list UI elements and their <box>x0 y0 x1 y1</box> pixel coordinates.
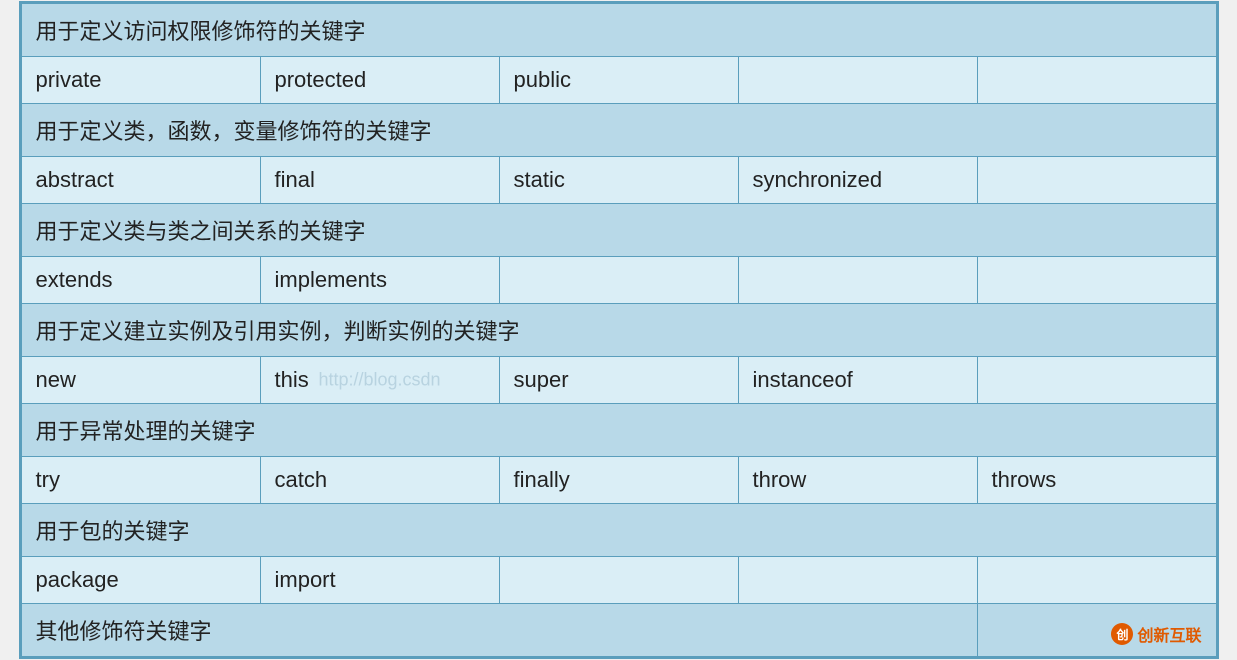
site-logo: 创 创新互联 <box>1111 622 1201 646</box>
keyword-empty-9 <box>738 557 977 604</box>
keyword-empty-1 <box>738 57 977 104</box>
keyword-this: this <box>275 367 309 392</box>
keyword-package: package <box>21 557 260 604</box>
keyword-empty-8 <box>499 557 738 604</box>
section-header-row: 用于定义类与类之间关系的关键字 <box>21 204 1216 257</box>
table-row: abstract final static synchronized <box>21 157 1216 204</box>
section-header-instance: 用于定义建立实例及引用实例，判断实例的关键字 <box>21 304 1216 357</box>
keyword-throw: throw <box>738 457 977 504</box>
section-header-row: 用于异常处理的关键字 <box>21 404 1216 457</box>
keyword-empty-5 <box>738 257 977 304</box>
keyword-empty-6 <box>977 257 1216 304</box>
keyword-this-cell: this http://blog.csdn <box>260 357 499 404</box>
table-row: private protected public <box>21 57 1216 104</box>
keyword-import: import <box>260 557 499 604</box>
table-row: new this http://blog.csdn super instance… <box>21 357 1216 404</box>
table-row: extends implements <box>21 257 1216 304</box>
keyword-super: super <box>499 357 738 404</box>
keyword-public: public <box>499 57 738 104</box>
keyword-try: try <box>21 457 260 504</box>
logo-icon: 创 <box>1111 623 1133 645</box>
keyword-private: private <box>21 57 260 104</box>
keyword-empty-4 <box>499 257 738 304</box>
table-row: package import <box>21 557 1216 604</box>
section-header-row: 用于定义访问权限修饰符的关键字 <box>21 4 1216 57</box>
section-header-class-modifier: 用于定义类，函数，变量修饰符的关键字 <box>21 104 1216 157</box>
section-header-class-relation: 用于定义类与类之间关系的关键字 <box>21 204 1216 257</box>
keyword-abstract: abstract <box>21 157 260 204</box>
keyword-throws: throws <box>977 457 1216 504</box>
keyword-final: final <box>260 157 499 204</box>
section-header-row: 用于定义类，函数，变量修饰符的关键字 <box>21 104 1216 157</box>
section-header-row: 用于定义建立实例及引用实例，判断实例的关键字 <box>21 304 1216 357</box>
keyword-finally: finally <box>499 457 738 504</box>
keyword-static: static <box>499 157 738 204</box>
keyword-catch: catch <box>260 457 499 504</box>
keyword-protected: protected <box>260 57 499 104</box>
section-header-row: 其他修饰符关键字 创 创新互联 <box>21 604 1216 657</box>
keyword-implements: implements <box>260 257 499 304</box>
logo-cell: 创 创新互联 <box>977 604 1216 657</box>
keyword-new: new <box>21 357 260 404</box>
keyword-empty-10 <box>977 557 1216 604</box>
main-table-container: 用于定义访问权限修饰符的关键字 private protected public… <box>19 1 1219 659</box>
keyword-extends: extends <box>21 257 260 304</box>
keyword-empty-7 <box>977 357 1216 404</box>
section-header-package: 用于包的关键字 <box>21 504 1216 557</box>
keyword-empty-3 <box>977 157 1216 204</box>
watermark-text: http://blog.csdn <box>318 370 440 391</box>
logo-text: 创新互联 <box>1137 622 1201 646</box>
keyword-empty-2 <box>977 57 1216 104</box>
section-header-access: 用于定义访问权限修饰符的关键字 <box>21 4 1216 57</box>
table-row: try catch finally throw throws <box>21 457 1216 504</box>
keywords-table: 用于定义访问权限修饰符的关键字 private protected public… <box>21 3 1217 657</box>
section-header-exception: 用于异常处理的关键字 <box>21 404 1216 457</box>
section-header-other: 其他修饰符关键字 <box>21 604 977 657</box>
keyword-instanceof: instanceof <box>738 357 977 404</box>
keyword-synchronized: synchronized <box>738 157 977 204</box>
section-header-row: 用于包的关键字 <box>21 504 1216 557</box>
